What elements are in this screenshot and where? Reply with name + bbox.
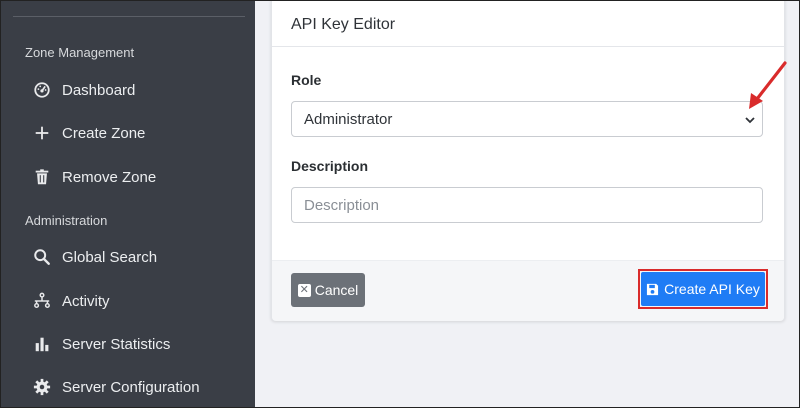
dashboard-icon: [31, 80, 53, 100]
chevron-down-icon: [745, 117, 755, 124]
sidebar-item-remove-zone[interactable]: Remove Zone: [31, 163, 156, 191]
role-label: Role: [291, 72, 322, 88]
card-header: API Key Editor: [272, 1, 784, 47]
sidebar-item-server-configuration[interactable]: Server Configuration: [31, 373, 200, 401]
save-icon: [647, 283, 659, 295]
description-input[interactable]: [291, 187, 763, 223]
role-select-value: Administrator: [304, 111, 393, 128]
sidebar-item-label: Server Configuration: [62, 378, 200, 396]
section-title-administration: Administration: [25, 213, 108, 228]
sidebar-item-server-statistics[interactable]: Server Statistics: [31, 330, 170, 358]
sidebar-item-label: Server Statistics: [62, 335, 171, 353]
app-window: Zone Management Dashboard Create Zone Re…: [0, 0, 800, 408]
cancel-button[interactable]: ✕ Cancel: [291, 273, 365, 307]
sidebar-divider: [13, 16, 245, 17]
sidebar-item-dashboard[interactable]: Dashboard: [31, 76, 135, 104]
sidebar-item-global-search[interactable]: Global Search: [31, 243, 157, 271]
close-icon: ✕: [297, 283, 311, 297]
sidebar-item-label: Create Zone: [62, 124, 146, 142]
create-api-key-button-label: Create API Key: [664, 281, 760, 297]
description-label: Description: [291, 158, 369, 174]
sidebar-item-label: Activity: [62, 292, 110, 310]
gear-icon: [31, 377, 53, 397]
trash-icon: [31, 167, 53, 187]
search-icon: [31, 247, 53, 267]
plus-icon: [31, 123, 53, 143]
sidebar-item-label: Global Search: [62, 248, 158, 266]
bar-chart-icon: [31, 334, 53, 354]
sidebar-item-label: Dashboard: [62, 81, 136, 99]
sidebar-item-label: Remove Zone: [62, 168, 157, 186]
section-title-zone-management: Zone Management: [25, 45, 135, 60]
cancel-button-label: Cancel: [314, 282, 359, 298]
main-content: API Key Editor Role Administrator Descri…: [255, 1, 799, 407]
sidebar: Zone Management Dashboard Create Zone Re…: [1, 1, 255, 407]
card-title: API Key Editor: [291, 16, 396, 33]
sidebar-item-activity[interactable]: Activity: [31, 287, 110, 315]
card-footer: ✕ Cancel Create API Key: [272, 260, 784, 321]
sidebar-item-create-zone[interactable]: Create Zone: [31, 119, 145, 147]
api-key-editor-card: API Key Editor Role Administrator Descri…: [271, 1, 785, 321]
create-api-key-button[interactable]: Create API Key: [641, 272, 765, 306]
activity-icon: [31, 291, 53, 311]
role-select[interactable]: Administrator: [291, 101, 763, 137]
